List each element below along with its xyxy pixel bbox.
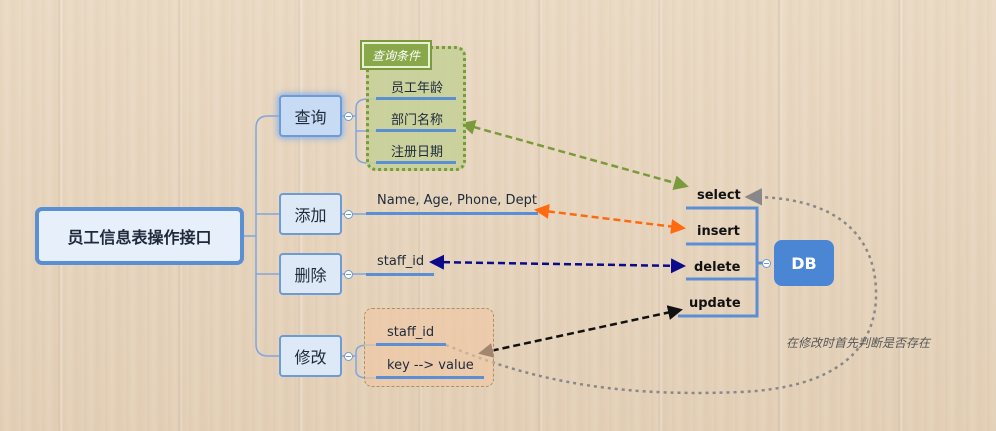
query-node[interactable]: 查询 — [279, 95, 342, 137]
add-fields[interactable]: Name, Age, Phone, Dept — [377, 193, 537, 208]
modify-key-value-underline — [376, 376, 484, 379]
db-op-insert[interactable]: insert — [697, 224, 740, 239]
delete-key[interactable]: staff_id — [377, 254, 424, 269]
condition-register-date-underline — [376, 161, 456, 164]
add-node[interactable]: 添加 — [279, 193, 342, 235]
modify-staff-id[interactable]: staff_id — [387, 325, 434, 340]
delete-label: 删除 — [294, 266, 327, 285]
add-label: 添加 — [294, 206, 327, 225]
root-node[interactable]: 员工信息表操作接口 — [35, 207, 244, 265]
condition-department-underline — [376, 129, 456, 132]
modify-collapse-toggle[interactable] — [344, 352, 353, 361]
db-node[interactable]: DB — [774, 240, 834, 286]
modify-node[interactable]: 修改 — [279, 335, 342, 377]
add-collapse-toggle[interactable] — [344, 210, 353, 219]
condition-register-date[interactable]: 注册日期 — [391, 141, 443, 160]
db-collapse-toggle[interactable] — [762, 259, 771, 268]
modify-key-value[interactable]: key --> value — [387, 358, 474, 373]
db-op-select[interactable]: select — [697, 188, 741, 203]
condition-department[interactable]: 部门名称 — [391, 109, 443, 128]
add-fields-underline — [366, 212, 538, 215]
root-label: 员工信息表操作接口 — [67, 228, 212, 247]
query-collapse-toggle[interactable] — [344, 112, 353, 121]
query-conditions-title[interactable]: 查询条件 — [360, 40, 432, 70]
delete-collapse-toggle[interactable] — [344, 270, 353, 279]
db-op-delete[interactable]: delete — [694, 260, 740, 275]
db-label: DB — [791, 253, 817, 273]
condition-age-underline — [376, 97, 456, 100]
query-select-arrow — [460, 119, 689, 191]
modify-staff-id-underline — [376, 343, 446, 346]
root-branch-lines — [244, 115, 279, 357]
add-insert-arrow — [534, 204, 686, 234]
delete-arrow — [429, 254, 686, 274]
delete-node[interactable]: 删除 — [279, 253, 342, 295]
delete-key-underline — [366, 273, 434, 276]
existence-check-note[interactable]: 在修改时首先判断是否存在 — [786, 334, 930, 351]
add-delete-branch-lines — [342, 213, 366, 275]
db-op-update[interactable]: update — [689, 296, 741, 311]
query-label: 查询 — [294, 108, 327, 127]
condition-age[interactable]: 员工年龄 — [391, 77, 443, 96]
modify-label: 修改 — [294, 348, 327, 367]
modify-update-arrow — [478, 305, 683, 358]
